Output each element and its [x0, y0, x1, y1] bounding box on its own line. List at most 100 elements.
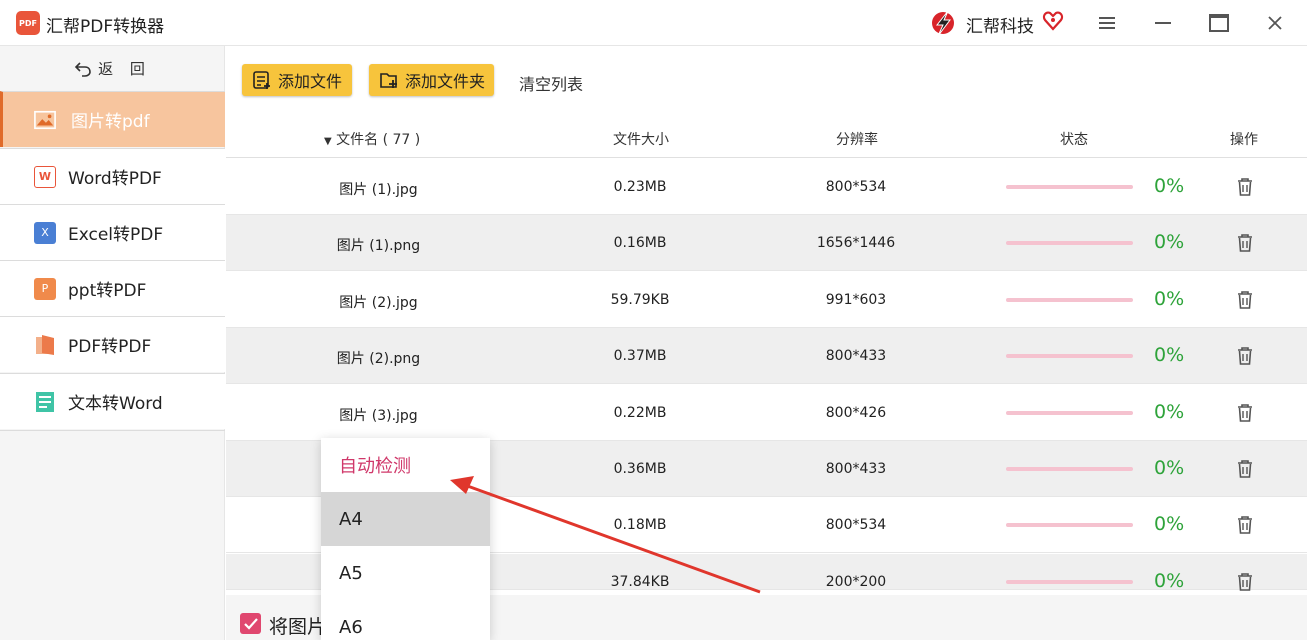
progress-bar	[1006, 467, 1133, 471]
progress-percent: 0%	[1154, 344, 1185, 366]
sort-down-icon: ▼	[324, 136, 332, 147]
text-icon	[34, 391, 56, 413]
page-size-dropdown: 自动检测 A4 A5 A6	[321, 438, 490, 640]
delete-icon[interactable]	[1236, 233, 1254, 253]
sidebar-item-pdf-to-pdf[interactable]: PDF转PDF	[0, 316, 225, 372]
dropdown-option-a4[interactable]: A4	[321, 492, 490, 546]
progress-percent: 0%	[1154, 570, 1185, 592]
header-status: 状态	[1060, 132, 1088, 148]
menu-icon[interactable]	[1092, 8, 1122, 38]
back-button[interactable]: 返 回	[0, 46, 225, 91]
sidebar-item-label: 图片转pdf	[71, 112, 150, 132]
sidebar-item-label: Excel转PDF	[68, 225, 164, 245]
table-row[interactable]: 图片 (1).png 0.16MB 1656*1446 0%	[226, 215, 1307, 271]
app-title: 汇帮PDF转换器	[46, 17, 165, 37]
delete-icon[interactable]	[1236, 290, 1254, 310]
file-name: 图片 (2).jpg	[339, 295, 418, 311]
title-bar: PDF 汇帮PDF转换器 汇帮科技	[0, 0, 1307, 46]
dropdown-option-a6[interactable]: A6	[321, 600, 490, 640]
delete-icon[interactable]	[1236, 572, 1254, 592]
header-action: 操作	[1230, 132, 1258, 148]
progress-percent: 0%	[1154, 175, 1185, 197]
sidebar: 返 回 图片转pdf W Word转PDF X Excel转PDF P ppt转…	[0, 46, 225, 640]
file-name: 图片 (1).png	[336, 238, 421, 254]
file-size: 0.22MB	[613, 405, 667, 421]
file-resolution: 800*433	[825, 461, 887, 477]
progress-bar	[1006, 241, 1133, 245]
file-size: 0.36MB	[613, 461, 667, 477]
header-file-size: 文件大小	[613, 132, 669, 148]
dropdown-option-auto[interactable]: 自动检测	[321, 438, 490, 492]
brand-logo-icon	[932, 10, 954, 37]
dropdown-option-a5[interactable]: A5	[321, 546, 490, 600]
word-icon: W	[34, 165, 56, 188]
file-name: 图片 (3).jpg	[339, 408, 418, 424]
progress-bar	[1006, 580, 1133, 584]
sidebar-item-word-to-pdf[interactable]: W Word转PDF	[0, 148, 225, 204]
file-size: 0.16MB	[613, 235, 667, 251]
back-label: 返 回	[98, 60, 151, 78]
file-size: 59.79KB	[610, 292, 670, 308]
delete-icon[interactable]	[1236, 346, 1254, 366]
table-header: ▼ 文件名 ( 77 ) 文件大小 分辨率 状态 操作	[226, 117, 1307, 158]
progress-percent: 0%	[1154, 401, 1185, 423]
file-resolution: 800*534	[825, 517, 887, 533]
progress-bar	[1006, 185, 1133, 189]
file-resolution: 800*426	[825, 405, 887, 421]
maximize-icon[interactable]	[1204, 8, 1234, 38]
close-icon[interactable]	[1260, 8, 1290, 38]
ppt-icon: P	[34, 277, 56, 300]
back-arrow-icon	[74, 61, 91, 77]
progress-bar	[1006, 298, 1133, 302]
add-file-button[interactable]: 添加文件	[242, 64, 352, 96]
delete-icon[interactable]	[1236, 459, 1254, 479]
merge-images-checkbox[interactable]	[240, 613, 261, 634]
check-icon	[243, 617, 258, 630]
minimize-icon[interactable]	[1148, 8, 1178, 38]
progress-bar	[1006, 411, 1133, 415]
table-row[interactable]: 图片 (1).jpg 0.23MB 800*534 0%	[226, 159, 1307, 215]
sidebar-item-label: 文本转Word	[68, 394, 163, 414]
header-resolution: 分辨率	[836, 132, 878, 148]
file-resolution: 200*200	[825, 574, 887, 590]
file-name: 图片 (1).jpg	[339, 182, 418, 198]
file-name: 图片 (2).png	[336, 351, 421, 367]
sidebar-item-ppt-to-pdf[interactable]: P ppt转PDF	[0, 260, 225, 316]
table-row[interactable]: 图片 (2).jpg 59.79KB 991*603 0%	[226, 272, 1307, 328]
sidebar-item-text-to-word[interactable]: 文本转Word	[0, 373, 225, 429]
sidebar-item-label: PDF转PDF	[68, 337, 152, 357]
add-folder-label: 添加文件夹	[405, 72, 486, 91]
delete-icon[interactable]	[1236, 515, 1254, 535]
delete-icon[interactable]	[1236, 403, 1254, 423]
progress-percent: 0%	[1154, 513, 1185, 535]
file-size: 0.18MB	[613, 517, 667, 533]
vip-heart-icon[interactable]	[1042, 10, 1064, 32]
merge-images-label: 将图片	[269, 616, 327, 638]
delete-icon[interactable]	[1236, 177, 1254, 197]
progress-percent: 0%	[1154, 457, 1185, 479]
sidebar-divider	[0, 430, 225, 431]
file-size: 37.84KB	[610, 574, 670, 590]
brand-name: 汇帮科技	[966, 17, 1034, 37]
table-row[interactable]: 图片 (2).png 0.37MB 800*433 0%	[226, 328, 1307, 384]
header-file-name[interactable]: ▼ 文件名 ( 77 )	[324, 129, 420, 149]
file-resolution: 991*603	[825, 292, 887, 308]
progress-percent: 0%	[1154, 231, 1185, 253]
file-size: 0.37MB	[613, 348, 667, 364]
clear-list-button[interactable]: 清空列表	[519, 71, 583, 95]
add-folder-icon	[380, 73, 397, 88]
progress-percent: 0%	[1154, 288, 1185, 310]
sidebar-item-label: ppt转PDF	[68, 281, 147, 301]
sidebar-item-excel-to-pdf[interactable]: X Excel转PDF	[0, 204, 225, 260]
pdf-icon	[34, 334, 56, 356]
add-file-icon	[253, 71, 270, 89]
sidebar-item-image-to-pdf[interactable]: 图片转pdf	[0, 91, 225, 147]
progress-bar	[1006, 523, 1133, 527]
file-resolution: 1656*1446	[816, 235, 896, 251]
app-logo-icon: PDF	[16, 11, 40, 35]
add-folder-button[interactable]: 添加文件夹	[369, 64, 494, 96]
table-row[interactable]: 图片 (3).jpg 0.22MB 800*426 0%	[226, 385, 1307, 441]
file-resolution: 800*433	[825, 348, 887, 364]
image-icon	[34, 109, 56, 131]
file-resolution: 800*534	[825, 179, 887, 195]
